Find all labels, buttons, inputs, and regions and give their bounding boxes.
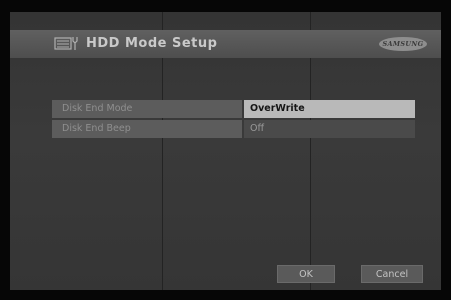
osd-screen: HDD Mode Setup SAMSUNG Disk End Mode Ove…: [10, 12, 441, 290]
ok-button[interactable]: OK: [277, 265, 335, 283]
cancel-button[interactable]: Cancel: [361, 265, 423, 283]
samsung-logo: SAMSUNG: [379, 37, 427, 51]
setting-value[interactable]: Off: [244, 120, 415, 138]
menu-header: HDD Mode Setup SAMSUNG: [10, 30, 441, 58]
setting-label: Disk End Mode: [52, 100, 242, 118]
setting-label: Disk End Beep: [52, 120, 242, 138]
setting-disk-end-beep[interactable]: Disk End Beep Off: [52, 120, 415, 138]
page-title: HDD Mode Setup: [86, 36, 218, 51]
hdd-icon: [54, 37, 78, 50]
setting-value[interactable]: OverWrite: [244, 100, 415, 118]
settings-list: Disk End Mode OverWrite Disk End Beep Of…: [52, 100, 415, 140]
setting-disk-end-mode[interactable]: Disk End Mode OverWrite: [52, 100, 415, 118]
